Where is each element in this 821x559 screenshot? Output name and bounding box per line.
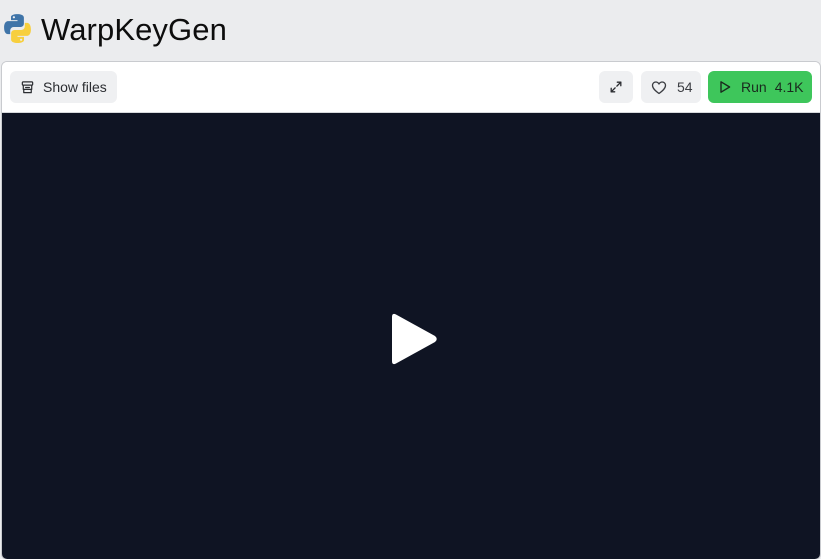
heart-icon xyxy=(651,80,667,94)
header: WarpKeyGen xyxy=(0,0,821,61)
show-files-label: Show files xyxy=(43,79,107,95)
show-files-button[interactable]: Show files xyxy=(10,71,117,103)
expand-icon xyxy=(610,81,622,93)
like-count: 54 xyxy=(677,79,693,95)
run-button[interactable]: Run 4.1K xyxy=(708,71,812,103)
output-stage[interactable] xyxy=(2,113,820,559)
python-logo-icon xyxy=(4,14,31,43)
like-button[interactable]: 54 xyxy=(641,71,701,103)
files-stack-icon xyxy=(21,80,34,93)
run-label: Run xyxy=(741,79,767,95)
run-count: 4.1K xyxy=(774,79,804,95)
toolbar: Show files 54 Run 4.1K xyxy=(2,62,820,113)
repl-panel: Show files 54 Run 4.1K xyxy=(1,61,821,559)
page: WarpKeyGen Show files 54 Run 4.1K xyxy=(0,0,821,559)
page-title: WarpKeyGen xyxy=(41,12,227,47)
play-icon[interactable] xyxy=(389,311,439,367)
expand-button[interactable] xyxy=(599,71,633,103)
play-outline-icon xyxy=(720,81,731,93)
